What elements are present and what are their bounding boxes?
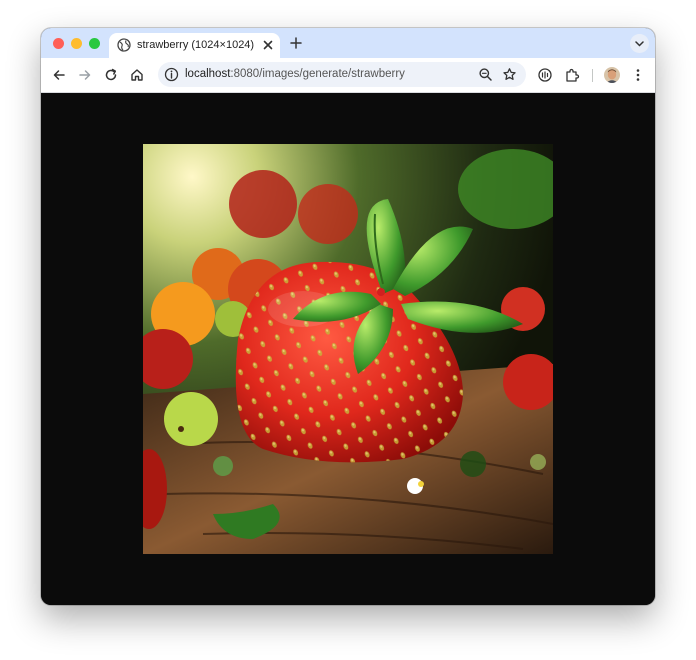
star-icon[interactable] <box>502 67 517 82</box>
puzzle-icon[interactable] <box>564 67 580 83</box>
zoom-icon[interactable] <box>478 67 493 82</box>
media-icon[interactable] <box>537 67 553 83</box>
url-host: localhost <box>185 68 231 80</box>
minimize-window-button[interactable] <box>71 38 82 49</box>
tab-title: strawberry (1024×1024) <box>137 39 255 51</box>
avatar[interactable] <box>604 67 620 83</box>
active-tab[interactable]: strawberry (1024×1024) <box>109 33 280 58</box>
info-icon[interactable] <box>164 67 179 82</box>
profile-avatar-image <box>604 67 620 83</box>
browser-window: strawberry (1024×1024) localhost:8080/im… <box>41 28 655 605</box>
toolbar: localhost:8080/images/generate/strawberr… <box>41 58 655 93</box>
globe-icon <box>117 38 131 52</box>
tab-search-button[interactable] <box>630 34 649 53</box>
url-text: localhost:8080/images/generate/strawberr… <box>185 68 405 80</box>
new-tab-icon[interactable] <box>288 35 304 51</box>
reload-icon[interactable] <box>103 67 119 83</box>
maximize-window-button[interactable] <box>89 38 100 49</box>
arrow-right-icon[interactable] <box>77 67 93 83</box>
close-tab-icon[interactable] <box>261 38 275 52</box>
toolbar-divider <box>592 69 593 82</box>
home-icon[interactable] <box>129 67 145 83</box>
kebab-menu-icon[interactable] <box>630 67 646 83</box>
close-window-button[interactable] <box>53 38 64 49</box>
url-path: :8080/images/generate/strawberry <box>230 68 405 80</box>
tab-strip: strawberry (1024×1024) <box>41 28 655 58</box>
address-bar[interactable]: localhost:8080/images/generate/strawberr… <box>158 62 526 87</box>
page-content <box>41 93 655 605</box>
strawberry-image <box>143 144 553 554</box>
generated-image <box>143 144 553 554</box>
chevron-down-icon <box>635 41 644 47</box>
arrow-left-icon[interactable] <box>51 67 67 83</box>
